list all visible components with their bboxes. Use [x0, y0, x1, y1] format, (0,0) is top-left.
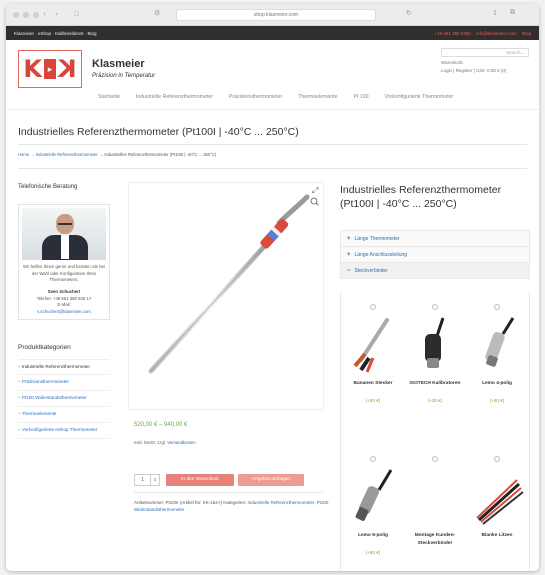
nav-item[interactable]: Vorkonfigurierte Thermometer: [384, 94, 453, 100]
contact-text: Wir helfen Ihnen gerne und beraten Sie b…: [22, 264, 106, 316]
nav-item[interactable]: Präzisionsthermometer: [229, 94, 282, 100]
quantity-stepper[interactable]: 1 ⇕: [134, 474, 160, 486]
breadcrumb: Home → Industrielle Referenzthermometer …: [18, 152, 216, 157]
browser-toolbar: ‹ › □ ⚙ shop.klasmeier.com ↻ ⇧ ⧉: [6, 4, 539, 26]
connector-options: Bananen Stecker (+20 €) ISOTECH Kalibrat…: [340, 292, 530, 571]
main-nav: Startseite Industrielle Referenzthermome…: [98, 94, 533, 100]
lemo-connector-icon: [467, 314, 527, 376]
add-to-cart-button[interactable]: In den Warenkorb: [166, 474, 234, 486]
contact-photo: [22, 208, 106, 260]
search-input[interactable]: Search…: [441, 48, 529, 57]
window-controls[interactable]: [13, 12, 39, 18]
brand-name: Klasmeier: [92, 58, 145, 70]
lemo-connector-icon: [343, 466, 403, 528]
product-image[interactable]: ⤢: [128, 182, 324, 410]
accordion-length-cable[interactable]: + Länge Anschlussleitung: [340, 246, 530, 263]
svg-text:⤢: ⤢: [311, 186, 318, 195]
option-radio[interactable]: [370, 304, 376, 310]
plus-icon: +: [347, 236, 351, 242]
consulting-heading: Telefonische Beratung: [18, 184, 78, 190]
topbar-blog[interactable]: Blog: [522, 31, 531, 36]
option-radio[interactable]: [370, 456, 376, 462]
contact-phone[interactable]: Telefon: +49 661 380 840 17: [22, 296, 106, 303]
nav-item[interactable]: Startseite: [98, 94, 120, 100]
option-radio[interactable]: [494, 304, 500, 310]
product-meta: Artikelnummer: Pt100I (Artikel für: KK-1…: [134, 500, 329, 512]
shipping-link[interactable]: Versandkosten: [167, 440, 195, 445]
option-lemo-6[interactable]: Lemo 6-polig (+60 €): [343, 456, 403, 555]
accordion-length-thermometer[interactable]: + Länge Thermometer: [340, 230, 530, 247]
share-icon[interactable]: ⇧: [492, 9, 498, 17]
brand-slogan: Präzision in Temperatur: [92, 73, 156, 79]
options-accordion: + Länge Thermometer + Länge Anschlussleitu…: [340, 230, 530, 279]
isotech-connector-icon: [405, 314, 465, 376]
topbar-phone[interactable]: +49 661 380 8400: [434, 31, 470, 36]
account-links[interactable]: Login | Register | Cart: 0,00 € (0): [441, 68, 529, 73]
nav-item[interactable]: Thermoelemente: [298, 94, 337, 100]
contact-email[interactable]: s.schuchert@klasmeier.com: [22, 309, 106, 316]
plus-icon: +: [347, 252, 351, 258]
bare-wires-icon: [467, 466, 527, 528]
categories-heading: Produktkategorien: [18, 343, 71, 351]
forward-icon[interactable]: ›: [52, 10, 61, 19]
contact-intro: Wir helfen Ihnen gerne und beraten Sie b…: [23, 264, 105, 283]
category-item[interactable]: – Präzisionsthermometer: [18, 375, 110, 392]
quantity-value[interactable]: 1: [135, 475, 151, 485]
custom-connector-icon: [405, 466, 465, 528]
banana-plug-icon: [343, 314, 403, 376]
shield-icon[interactable]: ⚙: [154, 9, 160, 17]
cart-title[interactable]: Warenkorb: [441, 60, 529, 65]
category-list: – Industrielle Referenzthermometer – Prä…: [18, 358, 110, 440]
contact-name: Sven Schuchert: [47, 288, 81, 294]
topbar-links[interactable]: Klasmeier · eShop · Kalibrierdienst · Bl…: [14, 31, 97, 36]
category-item[interactable]: – Thermoelemente: [18, 407, 110, 424]
option-bare-wires[interactable]: Blanke Litzen: [467, 456, 527, 540]
topbar-email[interactable]: info@klasmeier.com: [476, 31, 517, 36]
sidebar: Telefonische Beratung Wir helfen Ihnen g…: [18, 184, 110, 440]
breadcrumb-links[interactable]: Home → Industrielle Referenzthermometer …: [18, 152, 104, 157]
stepper-arrows-icon[interactable]: ⇕: [151, 475, 159, 485]
brand-block: Klasmeier Präzision in Temperatur: [92, 58, 155, 79]
option-banana-plug[interactable]: Bananen Stecker (+20 €): [343, 304, 403, 403]
contact-card: Wir helfen Ihnen gerne und beraten Sie b…: [18, 204, 110, 320]
sidebar-icon[interactable]: □: [72, 10, 81, 19]
address-bar[interactable]: shop.klasmeier.com: [176, 9, 376, 21]
accordion-connector[interactable]: − Steckverbinder: [340, 262, 530, 279]
tax-note: exkl. MwSt. zzgl. Versandkosten: [134, 440, 196, 445]
site-topbar: Klasmeier · eShop · Kalibrierdienst · Bl…: [6, 26, 539, 40]
product-title: Industrielles Referenzthermometer (Pt100…: [340, 184, 502, 210]
back-icon[interactable]: ‹: [40, 10, 49, 19]
option-isotech[interactable]: ISOTECH Kalibratoren (+30 €): [405, 304, 465, 403]
topbar-contact: +49 661 380 8400 info@klasmeier.com Blog: [430, 31, 531, 36]
nav-item[interactable]: Industrielle Referenzthermometer: [136, 94, 213, 100]
thermometer-illustration: ⤢: [148, 186, 319, 374]
site-header: K ▸ K Klasmeier Präzision in Temperatur …: [6, 40, 539, 110]
option-radio[interactable]: [494, 456, 500, 462]
option-custom-mount[interactable]: Montage Kunden-Steckverbinder: [405, 456, 465, 548]
page-title: Industrielles Referenzthermometer (Pt100…: [18, 126, 299, 138]
divider: [18, 144, 527, 145]
product-price: 520,00 € – 940,00 €: [134, 422, 188, 428]
contact-email-label: E-Mail:: [57, 302, 71, 308]
option-radio[interactable]: [432, 304, 438, 310]
reload-icon[interactable]: ↻: [406, 9, 412, 17]
minus-icon: −: [347, 268, 351, 274]
category-item[interactable]: – Industrielle Referenzthermometer: [18, 360, 110, 376]
browser-window: ‹ › □ ⚙ shop.klasmeier.com ↻ ⇧ ⧉ Klasmei…: [6, 4, 539, 571]
site-logo[interactable]: K ▸ K: [18, 50, 82, 88]
option-radio[interactable]: [432, 456, 438, 462]
category-item[interactable]: – Pt100 Widerstandsthermometer: [18, 391, 110, 408]
nav-item[interactable]: Pt 100: [353, 94, 368, 100]
divider: [134, 492, 323, 493]
breadcrumb-current: Industrielles Referenzthermometer (Pt100…: [104, 152, 217, 157]
category-item[interactable]: – Vorkonfigurierte eShop Thermometer: [18, 423, 110, 440]
logo-arrow-icon: ▸: [44, 59, 56, 79]
tabs-icon[interactable]: ⧉: [510, 9, 515, 17]
divider: [18, 168, 527, 169]
header-tools: Search… Warenkorb Login | Register | Car…: [441, 48, 529, 73]
request-offer-button[interactable]: Angebot anfragen: [238, 474, 304, 486]
option-lemo-4[interactable]: Lemo 4-polig (+40 €): [467, 304, 527, 403]
